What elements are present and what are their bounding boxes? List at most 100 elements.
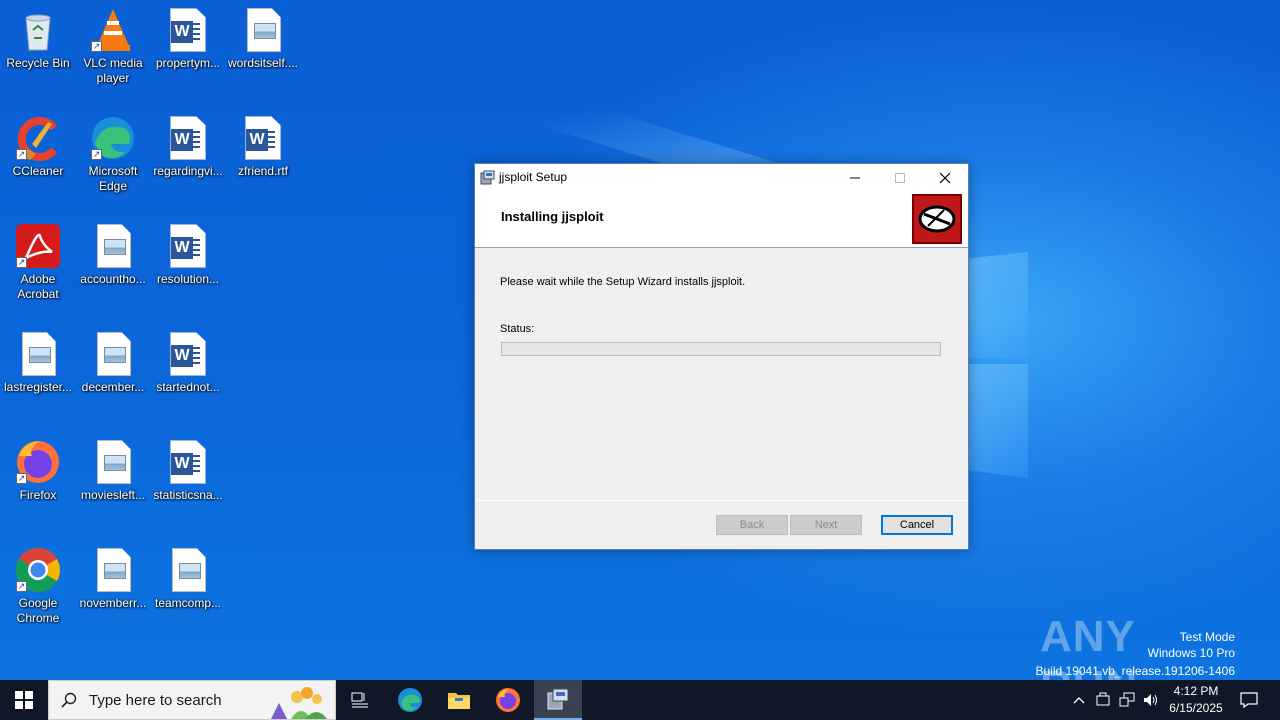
image-document-icon — [89, 438, 137, 486]
edge-taskbar-button[interactable] — [386, 680, 434, 720]
minimize-button[interactable] — [832, 164, 877, 192]
maximize-icon — [894, 173, 905, 183]
desktop-icon-label: regardingvi... — [153, 164, 223, 178]
desktop-icon-label: accountho... — [80, 272, 146, 286]
desktop-icon-label: VLC media player — [83, 56, 143, 85]
edge-icon: ↗ — [89, 114, 137, 162]
desktop-icon[interactable]: Wzfriend.rtf — [225, 114, 301, 179]
image-document-icon — [164, 546, 212, 594]
chevron-up-icon — [1073, 697, 1085, 704]
dialog-description: Please wait while the Setup Wizard insta… — [500, 276, 746, 288]
firefox-icon — [496, 688, 520, 712]
network-button[interactable] — [1116, 680, 1138, 720]
image-document-icon — [89, 330, 137, 378]
desktop-icon[interactable]: Recycle Bin — [0, 6, 76, 71]
installer-icon — [547, 688, 569, 710]
desktop-icon[interactable]: december... — [75, 330, 151, 395]
desktop-icon-label: Google Chrome — [16, 596, 60, 625]
build-label: Build 19041.vb_release.191206-1406 — [1035, 664, 1236, 678]
firefox-taskbar-button[interactable] — [484, 680, 532, 720]
close-icon — [939, 172, 950, 184]
search-highlight-icon — [261, 683, 333, 719]
search-box[interactable]: Type here to search — [48, 680, 336, 720]
desktop-icon[interactable]: Wstartednot... — [150, 330, 226, 395]
desktop-icon-label: Adobe Acrobat — [17, 272, 59, 301]
close-button[interactable] — [922, 164, 967, 192]
image-document-icon — [89, 222, 137, 270]
installer-logo-icon — [912, 194, 962, 244]
desktop-icon-label: resolution... — [156, 272, 220, 286]
desktop-icon-label: december... — [81, 380, 145, 394]
dialog-titlebar[interactable]: jjsploit Setup — [475, 164, 968, 192]
desktop-icon-label: moviesleft... — [80, 488, 146, 502]
desktop-icon[interactable]: ↗ Microsoft Edge — [75, 114, 151, 194]
minimize-icon — [849, 177, 860, 179]
network-icon — [1119, 692, 1135, 707]
search-icon — [61, 692, 77, 708]
desktop-icon-label: wordsitself.... — [227, 56, 299, 70]
wallpaper-logo-pane — [968, 364, 1028, 478]
desktop-icon[interactable]: moviesleft... — [75, 438, 151, 503]
image-document-icon — [89, 546, 137, 594]
desktop-icon[interactable]: wordsitself.... — [225, 6, 301, 71]
desktop-icon-label: Microsoft Edge — [88, 164, 138, 193]
desktop-icon[interactable]: Wregardingvi... — [150, 114, 226, 179]
back-button[interactable]: Back — [716, 515, 788, 535]
clock-date[interactable]: 6/15/2025 — [1164, 701, 1228, 715]
desktop-icon-label: zfriend.rtf — [237, 164, 288, 178]
word-document-icon: W — [164, 330, 212, 378]
desktop-icon-label: novemberr... — [79, 596, 147, 610]
device-icon — [1096, 692, 1110, 706]
show-hidden-icons-button[interactable] — [1068, 680, 1090, 720]
ccleaner-icon: ↗ — [14, 114, 62, 162]
edition-label: Windows 10 Pro — [1147, 646, 1235, 660]
word-document-icon: W — [164, 114, 212, 162]
desktop-icon[interactable]: ↗ Adobe Acrobat — [0, 222, 76, 302]
desktop-icon[interactable]: teamcomp... — [150, 546, 226, 611]
desktop-icon[interactable]: novemberr... — [75, 546, 151, 611]
firefox-icon: ↗ — [14, 438, 62, 486]
desktop-icon[interactable]: ↗ VLC media player — [75, 6, 151, 86]
start-button[interactable] — [0, 680, 48, 720]
file-explorer-button[interactable] — [435, 680, 483, 720]
windows-logo-icon — [15, 691, 33, 709]
cancel-button[interactable]: Cancel — [881, 515, 953, 535]
dialog-heading: Installing jjsploit — [501, 209, 604, 224]
status-label: Status: — [500, 323, 535, 335]
desktop-icon[interactable]: ↗ CCleaner — [0, 114, 76, 179]
word-document-icon: W — [164, 438, 212, 486]
desktop-icon[interactable]: accountho... — [75, 222, 151, 287]
desktop-icon[interactable]: Wstatisticsna... — [150, 438, 226, 503]
desktop-icon-label: statisticsna... — [153, 488, 223, 502]
volume-button[interactable] — [1140, 680, 1162, 720]
vlc-icon: ↗ — [89, 6, 137, 54]
installer-icon — [480, 170, 495, 185]
word-document-icon: W — [164, 222, 212, 270]
desktop-icon[interactable]: Wpropertym... — [150, 6, 226, 71]
desktop-icon[interactable]: Wresolution... — [150, 222, 226, 287]
next-button[interactable]: Next — [790, 515, 862, 535]
image-document-icon — [239, 6, 287, 54]
volume-icon — [1144, 694, 1157, 706]
watermark: ANY RUN Test Mode Windows 10 Pro Build 1… — [1036, 608, 1240, 711]
desktop-icon[interactable]: ↗ Firefox — [0, 438, 76, 503]
desktop-icon-label: lastregister... — [3, 380, 73, 394]
clock-time[interactable]: 4:12 PM — [1164, 684, 1228, 698]
desktop-icon[interactable]: ↗ Google Chrome — [0, 546, 76, 626]
desktop-icon-label: propertym... — [155, 56, 221, 70]
maximize-button[interactable] — [877, 164, 922, 192]
tray-app-button[interactable] — [1092, 680, 1114, 720]
notification-icon — [1240, 692, 1258, 708]
desktop-icon-label: Firefox — [19, 488, 57, 502]
action-center-button[interactable] — [1234, 680, 1264, 720]
installer-taskbar-button[interactable] — [534, 680, 582, 720]
desktop-icon-label: teamcomp... — [154, 596, 222, 610]
word-document-icon: W — [239, 114, 287, 162]
taskbar: Type here to search 4:12 PM 6/15/2025 — [0, 680, 1280, 720]
task-view-button[interactable] — [336, 680, 384, 720]
desktop-icon-label: startednot... — [156, 380, 220, 394]
desktop-icon[interactable]: lastregister... — [0, 330, 76, 395]
image-document-icon — [14, 330, 62, 378]
task-view-icon — [351, 692, 368, 708]
setup-dialog: jjsploit Setup Installing jjsploit Pleas… — [474, 163, 969, 550]
